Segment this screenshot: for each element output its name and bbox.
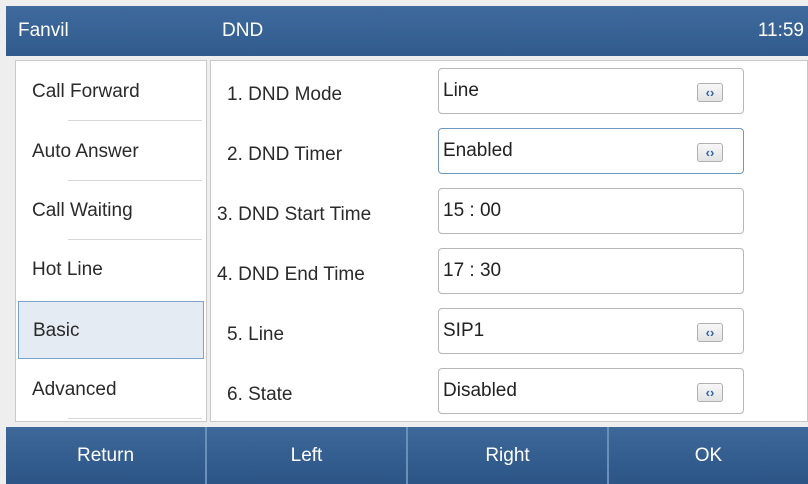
divider (68, 239, 202, 240)
sidebar-item-hot-line[interactable]: Hot Line (18, 241, 204, 299)
return-button[interactable]: Return (6, 427, 207, 484)
sidebar-item-label: Auto Answer (32, 141, 139, 162)
sidebar-item-label: Basic (33, 320, 80, 341)
page-title: DND (222, 20, 264, 41)
dnd-start-time-label: 3. DND Start Time (217, 204, 372, 225)
dnd-timer-select[interactable]: Enabled ‹› (438, 128, 744, 174)
sidebar-item-label: Advanced (32, 379, 117, 400)
right-button[interactable]: Right (408, 427, 609, 484)
divider (68, 180, 202, 181)
dnd-start-time-value: 15 : 00 (443, 200, 502, 221)
dnd-category-menu: Call Forward Auto Answer Call Waiting Ho… (15, 60, 207, 422)
left-right-arrows-icon[interactable]: ‹› (697, 383, 723, 402)
state-label: 6. State (227, 384, 293, 405)
dnd-end-time-field[interactable]: 17 : 30 (438, 248, 744, 294)
divider (68, 120, 202, 121)
title-bar: Fanvil DND 11:59 (6, 6, 808, 56)
line-label: 5. Line (227, 324, 285, 345)
left-right-arrows-icon[interactable]: ‹› (697, 323, 723, 342)
clock: 11:59 (757, 20, 804, 41)
dnd-timer-label: 2. DND Timer (227, 144, 343, 165)
dnd-end-time-value: 17 : 30 (443, 260, 502, 281)
sidebar-item-label: Call Waiting (32, 200, 133, 221)
sidebar-item-label: Call Forward (32, 81, 140, 102)
sidebar-item-call-forward[interactable]: Call Forward (18, 63, 204, 121)
left-right-arrows-icon[interactable]: ‹› (697, 143, 723, 162)
sidebar-item-call-waiting[interactable]: Call Waiting (18, 182, 204, 240)
phone-screen: Fanvil DND 11:59 Call Forward Auto Answe… (0, 0, 808, 484)
left-button[interactable]: Left (207, 427, 408, 484)
dnd-mode-value: Line (443, 80, 479, 101)
dnd-mode-select[interactable]: Line ‹› (438, 68, 744, 114)
divider (68, 418, 202, 419)
sidebar-item-label: Hot Line (32, 259, 103, 280)
dnd-settings-panel: 1. DND Mode Line ‹› 2. DND Timer Enabled… (210, 60, 808, 422)
state-select[interactable]: Disabled ‹› (438, 368, 744, 414)
line-value: SIP1 (443, 320, 485, 341)
dnd-start-time-field[interactable]: 15 : 00 (438, 188, 744, 234)
line-select[interactable]: SIP1 ‹› (438, 308, 744, 354)
dnd-end-time-label: 4. DND End Time (217, 264, 365, 285)
sidebar-item-advanced[interactable]: Advanced (18, 361, 204, 419)
dnd-mode-label: 1. DND Mode (227, 84, 343, 105)
ok-button[interactable]: OK (609, 427, 808, 484)
sidebar-item-auto-answer[interactable]: Auto Answer (18, 123, 204, 181)
brand-label: Fanvil (18, 20, 69, 41)
softkey-bar: Return Left Right OK (6, 427, 808, 484)
dnd-timer-value: Enabled (443, 140, 513, 161)
state-value: Disabled (443, 380, 517, 401)
sidebar-item-basic[interactable]: Basic (18, 301, 204, 359)
left-right-arrows-icon[interactable]: ‹› (697, 83, 723, 102)
